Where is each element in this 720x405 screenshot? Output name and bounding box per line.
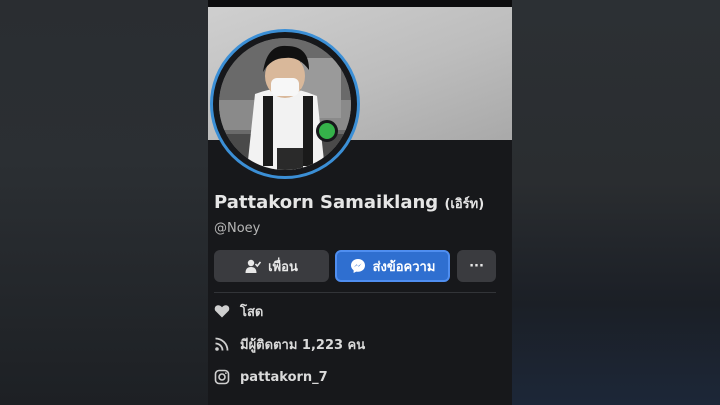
send-message-button[interactable]: ส่งข้อความ (335, 250, 450, 282)
profile-username: @Noey (214, 221, 261, 236)
send-message-label: ส่งข้อความ (372, 259, 436, 275)
relationship-status-row: โสด (214, 301, 263, 321)
relationship-status-text: โสด (240, 304, 264, 320)
online-status-indicator (316, 120, 338, 142)
profile-name-line: Pattakorn Samaiklang (เอิร์ท) (214, 192, 512, 214)
friends-button[interactable]: เพื่อน (214, 250, 329, 282)
instagram-handle-link[interactable]: pattakorn_7 (240, 370, 328, 385)
profile-picture-frame[interactable] (210, 29, 360, 179)
instagram-row[interactable]: pattakorn_7 (214, 367, 328, 387)
blurred-background-right (512, 0, 720, 405)
profile-picture[interactable] (219, 38, 351, 170)
status-bar (208, 0, 512, 7)
heart-icon (214, 305, 230, 318)
profile-name: Pattakorn Samaiklang (214, 192, 439, 213)
friends-button-label: เพื่อน (268, 259, 298, 275)
friend-check-icon (245, 259, 262, 273)
profile-photo-image (219, 38, 351, 170)
instagram-icon (214, 369, 230, 385)
followers-row[interactable]: มีผู้ติดตาม 1,223 คน (214, 334, 365, 354)
profile-screen: Pattakorn Samaiklang (เอิร์ท) @Noey เพื่… (208, 0, 512, 405)
rss-feed-icon (215, 337, 229, 351)
messenger-icon (350, 259, 365, 273)
blurred-background-left (0, 0, 208, 405)
section-divider (214, 292, 496, 293)
more-options-button[interactable]: ··· (457, 250, 496, 282)
profile-nickname: (เอิร์ท) (444, 197, 485, 212)
more-options-icon: ··· (469, 258, 484, 274)
followers-count-text: มีผู้ติดตาม 1,223 คน (240, 337, 366, 353)
